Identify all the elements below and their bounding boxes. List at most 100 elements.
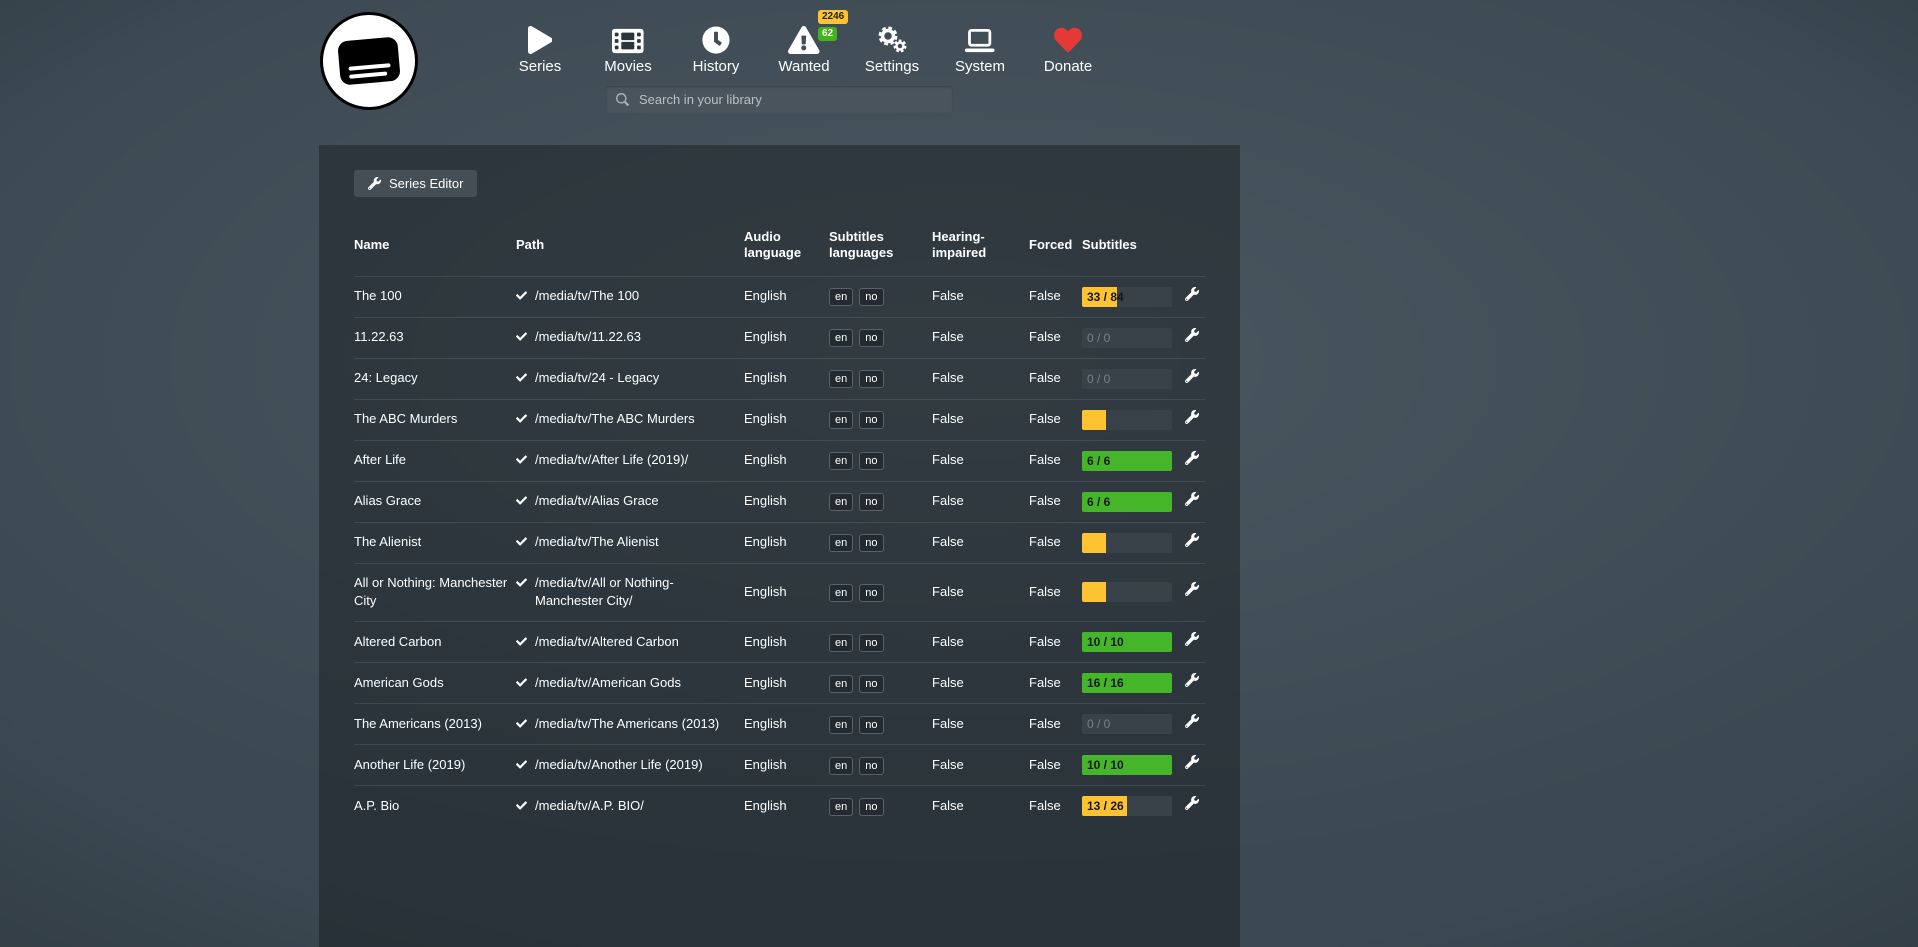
series-path-cell: /media/tv/All or Nothing- Manchester Cit… <box>516 563 744 622</box>
row-tools-cell <box>1185 358 1205 399</box>
col-header-subtitles: Subtitles <box>1082 213 1185 276</box>
language-badge: no <box>859 493 883 511</box>
progress-label: 6 / 6 <box>1087 451 1110 471</box>
wrench-icon[interactable] <box>1185 369 1199 383</box>
row-tools-cell <box>1185 786 1205 827</box>
nav-label-settings: Settings <box>865 58 919 75</box>
row-tools-cell <box>1185 563 1205 622</box>
forced-value: False <box>1029 288 1061 303</box>
nav-item-series[interactable]: Series <box>496 14 584 75</box>
series-name: The Alienist <box>354 534 421 549</box>
nav-item-settings[interactable]: Settings <box>848 14 936 75</box>
subtitles-progress-cell: 6 / 6 <box>1082 481 1185 522</box>
progress-label: 0 / 0 <box>1087 369 1110 389</box>
subtitles-progress-cell: 16 / 16 <box>1082 663 1185 704</box>
subtitles-progress-cell: 6 / 6 <box>1082 440 1185 481</box>
nav-label-history: History <box>693 58 740 75</box>
subtitle-languages-cell: enno <box>829 276 932 317</box>
series-name-cell: Alias Grace <box>354 481 516 522</box>
nav-label-system: System <box>955 58 1005 75</box>
language-badge: en <box>829 798 853 816</box>
wrench-icon[interactable] <box>1185 287 1199 301</box>
nav-item-movies[interactable]: Movies <box>584 14 672 75</box>
series-editor-button[interactable]: Series Editor <box>354 170 477 197</box>
subtitles-progress-bar <box>1082 533 1172 553</box>
wrench-icon[interactable] <box>1185 410 1199 424</box>
wrench-icon[interactable] <box>1185 755 1199 769</box>
wrench-icon[interactable] <box>1185 492 1199 506</box>
nav-label-movies: Movies <box>604 58 652 75</box>
series-path-cell: /media/tv/The Americans (2013) <box>516 704 744 745</box>
col-header-audio-language: Audio language <box>744 213 829 276</box>
search-input[interactable] <box>637 91 943 108</box>
series-path: /media/tv/The 100 <box>535 287 639 306</box>
language-badge: en <box>829 452 853 470</box>
col-header-hearing-impaired: Hearing-impaired <box>932 213 1029 276</box>
subtitle-languages-cell: enno <box>829 563 932 622</box>
language-badge: no <box>859 288 883 306</box>
subtitles-progress-bar: 10 / 10 <box>1082 632 1172 652</box>
wrench-icon[interactable] <box>1185 582 1199 596</box>
language-badge: en <box>829 757 853 775</box>
series-path: /media/tv/The ABC Murders <box>535 410 695 429</box>
wanted-count-badge: 2246 <box>818 10 848 24</box>
forced-cell: False <box>1029 522 1082 563</box>
wrench-icon[interactable] <box>1185 451 1199 465</box>
forced-value: False <box>1029 411 1061 426</box>
bazarr-logo[interactable] <box>320 12 418 110</box>
subtitles-progress-cell: 10 / 10 <box>1082 622 1185 663</box>
top-header: Series Movies History <box>0 0 1918 145</box>
series-name: Another Life (2019) <box>354 757 465 772</box>
hearing-impaired-cell: False <box>932 481 1029 522</box>
table-header-row: Name Path Audio language Subtitles langu… <box>354 213 1205 276</box>
heart-icon <box>1054 20 1082 54</box>
hearing-impaired-cell: False <box>932 704 1029 745</box>
audio-language-cell: English <box>744 440 829 481</box>
hearing-impaired-value: False <box>932 370 964 385</box>
subtitle-languages-cell: enno <box>829 786 932 827</box>
row-tools-cell <box>1185 663 1205 704</box>
hearing-impaired-cell: False <box>932 663 1029 704</box>
audio-language: English <box>744 757 787 772</box>
forced-value: False <box>1029 329 1061 344</box>
hearing-impaired-cell: False <box>932 317 1029 358</box>
wrench-icon[interactable] <box>1185 714 1199 728</box>
language-badge: en <box>829 370 853 388</box>
wrench-icon[interactable] <box>1185 673 1199 687</box>
nav-item-donate[interactable]: Donate <box>1024 14 1112 75</box>
audio-language: English <box>744 411 787 426</box>
col-header-path: Path <box>516 213 744 276</box>
series-path-cell: /media/tv/Altered Carbon <box>516 622 744 663</box>
subtitles-progress-bar: 0 / 0 <box>1082 714 1172 734</box>
subtitles-progress-bar: 13 / 26 <box>1082 796 1172 816</box>
wrench-icon[interactable] <box>1185 328 1199 342</box>
row-tools-cell <box>1185 317 1205 358</box>
hearing-impaired-cell: False <box>932 622 1029 663</box>
audio-language-cell: English <box>744 622 829 663</box>
progress-label: 13 / 26 <box>1087 796 1124 816</box>
audio-language-cell: English <box>744 522 829 563</box>
audio-language: English <box>744 798 787 813</box>
language-badge: no <box>859 452 883 470</box>
nav-label-wanted: Wanted <box>778 58 829 75</box>
audio-language-cell: English <box>744 745 829 786</box>
nav-item-system[interactable]: System <box>936 14 1024 75</box>
row-tools-cell <box>1185 481 1205 522</box>
series-name: Alias Grace <box>354 493 421 508</box>
language-badge: en <box>829 716 853 734</box>
hearing-impaired-value: False <box>932 675 964 690</box>
library-search <box>606 86 953 113</box>
progress-fill <box>1082 410 1106 430</box>
subtitle-languages-cell: enno <box>829 622 932 663</box>
wrench-icon[interactable] <box>1185 632 1199 646</box>
nav-item-wanted[interactable]: 2246 62 Wanted <box>760 14 848 75</box>
series-path-cell: /media/tv/Alias Grace <box>516 481 744 522</box>
series-name-cell: After Life <box>354 440 516 481</box>
check-icon <box>516 677 527 688</box>
forced-cell: False <box>1029 745 1082 786</box>
audio-language: English <box>744 716 787 731</box>
hearing-impaired-cell: False <box>932 786 1029 827</box>
wrench-icon[interactable] <box>1185 533 1199 547</box>
nav-item-history[interactable]: History <box>672 14 760 75</box>
wrench-icon[interactable] <box>1185 796 1199 810</box>
